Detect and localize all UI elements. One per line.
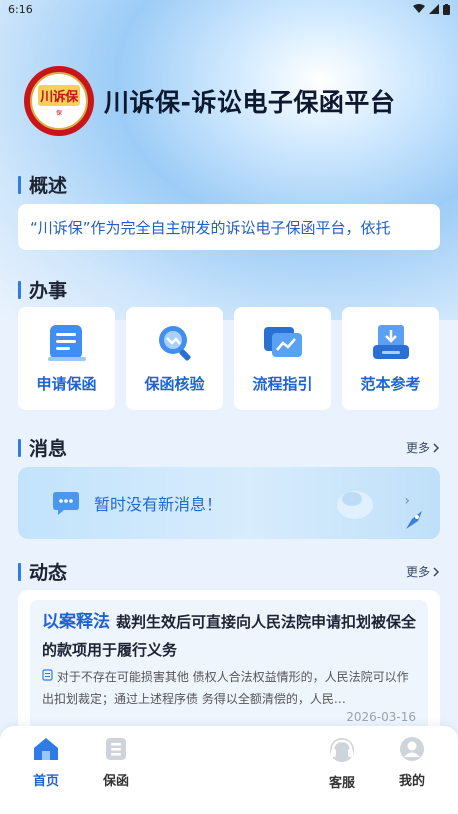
more-label: 更多: [405, 441, 430, 455]
brand-header: 川诉保 保 川诉保-诉讼电子保函平台: [24, 66, 395, 136]
overview-text: “川诉保”作为完全自主研发的诉讼电子保函平台，依托: [30, 218, 391, 237]
satellite-dish-icon: [337, 491, 373, 519]
status-time: 6:16: [8, 2, 33, 16]
section-bar: [18, 438, 21, 457]
service-label: 范本参考: [360, 375, 421, 393]
news-tag: 以案释法: [42, 612, 110, 632]
brand-logo: 川诉保 保: [24, 66, 94, 136]
signal-icon: [429, 4, 439, 14]
services-title: 办事: [29, 280, 68, 302]
news-more-link[interactable]: 更多: [406, 563, 440, 580]
status-bar: 6:16: [0, 0, 458, 18]
messages-section-header: 消息 更多: [18, 434, 440, 461]
news-headline: 以案释法 裁判生效后可直接向人民法院申请扣划被保全的款项用于履行义务: [42, 608, 416, 664]
rocket-icon: [406, 511, 422, 529]
download-tray-icon: [372, 325, 409, 359]
logo-text: 川诉保: [38, 85, 80, 106]
chevron-right-icon: ›: [404, 493, 410, 509]
tab-mine[interactable]: 我的: [380, 736, 444, 814]
tab-label: 客服: [328, 776, 355, 791]
service-label: 保函核验: [144, 375, 205, 393]
news-date: 2026-03-16: [346, 710, 416, 724]
tab-label: 保函: [102, 774, 129, 789]
chevron-right-icon: [433, 566, 440, 577]
battery-icon: [443, 3, 450, 15]
service-label: 申请保函: [36, 375, 97, 393]
more-label: 更多: [405, 565, 430, 579]
status-icons: [413, 3, 450, 15]
news-section-header: 动态 更多: [18, 558, 440, 585]
tab-label: 我的: [398, 774, 425, 789]
service-apply-guarantee[interactable]: 申请保函: [18, 307, 115, 410]
document-list-icon: [47, 325, 86, 361]
overview-title: 概述: [29, 175, 68, 197]
home-icon: [34, 738, 58, 760]
hero-background: [0, 0, 458, 320]
services-grid: 申请保函 保函核验 流程指引 范本参考: [18, 307, 440, 410]
chevron-right-icon: [433, 442, 440, 453]
user-icon: [400, 737, 424, 761]
document-icon: [42, 669, 53, 681]
search-verify-icon: [158, 326, 191, 361]
overview-section-header: 概述: [18, 171, 440, 198]
tab-label: 首页: [32, 774, 59, 789]
section-bar: [18, 175, 21, 194]
chat-bubble-icon: [53, 492, 79, 515]
messages-title: 消息: [29, 438, 68, 460]
wifi-icon: [413, 4, 425, 13]
headset-icon: [330, 738, 354, 762]
messages-empty-text: 暂时没有新消息！: [94, 495, 223, 514]
service-label: 流程指引: [252, 375, 313, 393]
messages-more-link[interactable]: 更多: [406, 439, 440, 456]
logo-sub: 保: [55, 110, 62, 117]
tab-customer-service[interactable]: 客服: [310, 736, 374, 814]
service-verify-guarantee[interactable]: 保函核验: [126, 307, 223, 410]
tab-guarantee[interactable]: 保函: [84, 736, 148, 814]
service-process-guide[interactable]: 流程指引: [234, 307, 331, 410]
guarantee-doc-icon: [106, 738, 126, 760]
service-template-reference[interactable]: 范本参考: [342, 307, 439, 410]
tab-home[interactable]: 首页: [14, 736, 78, 814]
bottom-tab-bar: 首页 保函 客服 我的: [0, 726, 458, 814]
section-bar: [18, 562, 21, 581]
messages-banner[interactable]: 暂时没有新消息！ ›: [18, 467, 440, 539]
section-bar: [18, 280, 21, 299]
overview-card[interactable]: “川诉保”作为完全自主研发的诉讼电子保函平台，依托: [18, 204, 440, 250]
news-title: 动态: [29, 562, 68, 584]
news-summary: 对于不存在可能损害其他 债权人合法权益情形的，人民法院可以作出扣划裁定；通过上述…: [42, 666, 416, 710]
flow-chart-icon: [263, 327, 302, 357]
news-summary-text: 对于不存在可能损害其他 债权人合法权益情形的，人民法院可以作出扣划裁定；通过上述…: [42, 670, 409, 706]
services-section-header: 办事: [18, 276, 440, 303]
app-title: 川诉保-诉讼电子保函平台: [104, 88, 396, 117]
